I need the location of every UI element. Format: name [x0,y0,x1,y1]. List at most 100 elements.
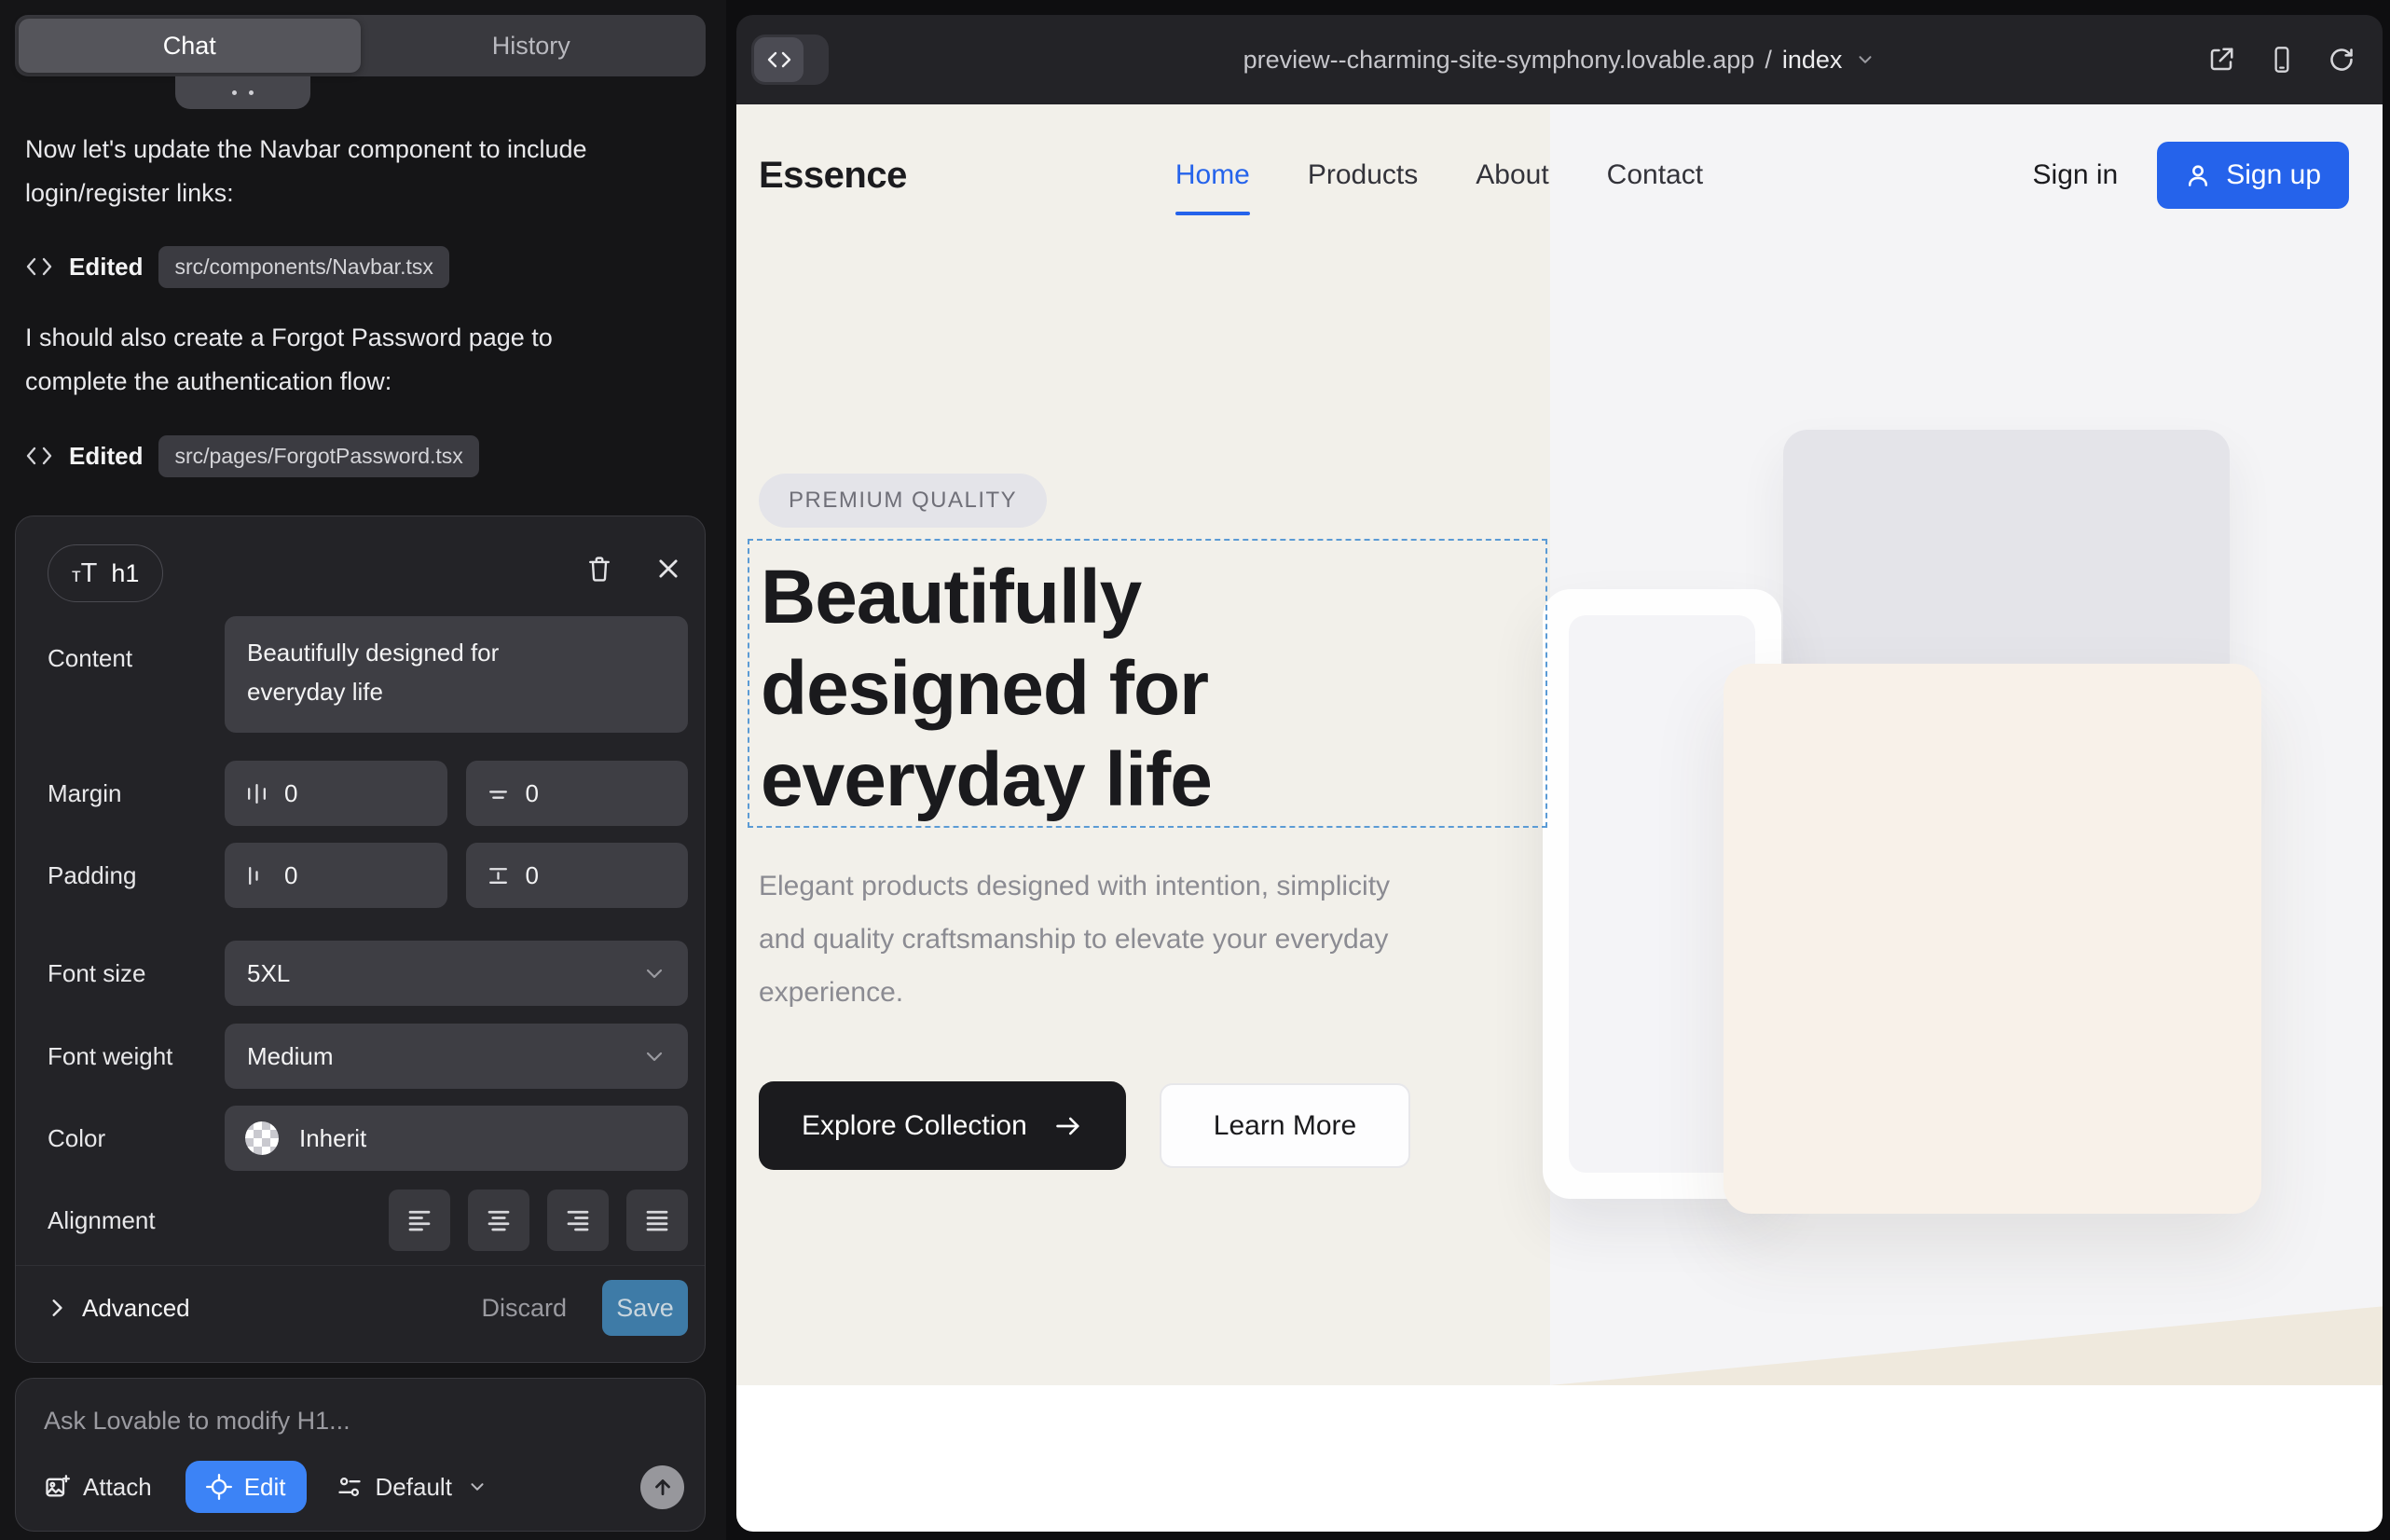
nav-link-home[interactable]: Home [1175,159,1250,191]
browser-chrome: preview--charming-site-symphony.lovable.… [736,15,2383,104]
font-size-row: Font size 5XL [48,941,688,1006]
align-center-button[interactable] [468,1189,529,1251]
element-tag: h1 [111,559,139,588]
content-row: Content Beautifully designed for everyda… [48,616,688,733]
edited-file-chip[interactable]: src/pages/ForgotPassword.tsx [158,435,478,477]
edited-label: Edited [69,253,143,282]
person-icon [2185,162,2211,188]
padding-y-icon [487,864,510,887]
hero-section: Essence Home Products About Contact Sign… [736,104,2383,1385]
chevron-down-icon [643,1045,666,1067]
tab-chat[interactable]: Chat [19,19,361,73]
margin-x-input[interactable]: 0 [225,761,447,826]
align-right-button[interactable] [547,1189,609,1251]
chat-toolbar: Attach Edit Default [44,1458,684,1516]
site-logo[interactable]: Essence [759,155,907,197]
margin-y-value: 0 [526,779,539,808]
margin-x-value: 0 [284,779,297,808]
preview-window: preview--charming-site-symphony.lovable.… [736,15,2383,1532]
font-size-select[interactable]: 5XL [225,941,688,1006]
chat-input-card: Attach Edit Default [15,1378,706,1532]
sign-in-link[interactable]: Sign in [2033,159,2119,191]
close-inspector-button[interactable] [652,550,685,587]
sign-up-label: Sign up [2226,159,2321,191]
text-size-icon: тT [72,558,97,589]
color-picker-field[interactable]: Inherit [225,1106,688,1171]
code-icon [25,255,53,278]
sign-up-button[interactable]: Sign up [2157,142,2349,209]
auth-actions: Sign in Sign up [2033,142,2349,209]
dot [232,90,237,95]
font-weight-value: Medium [247,1042,333,1071]
padding-x-icon [245,864,268,887]
chat-input[interactable] [44,1407,659,1436]
chrome-actions [2207,15,2355,104]
alignment-label: Alignment [48,1206,225,1235]
mode-select[interactable]: Default [337,1473,488,1502]
panel-tabs: Chat History [15,15,706,76]
font-weight-label: Font weight [48,1042,225,1071]
site-navbar: Essence Home Products About Contact Sign… [759,133,2349,217]
attach-button[interactable]: Attach [44,1473,152,1502]
open-external-icon[interactable] [2207,46,2235,74]
h1-selection-outline[interactable]: Beautifully designed for everyday life [748,539,1547,828]
learn-more-label: Learn More [1214,1110,1356,1142]
font-weight-row: Font weight Medium [48,1024,688,1089]
refresh-icon[interactable] [2328,47,2355,73]
color-value: Inherit [299,1124,366,1153]
url-bar[interactable]: preview--charming-site-symphony.lovable.… [923,15,2196,104]
nav-link-contact[interactable]: Contact [1607,159,1703,191]
scroll-indicator-pill[interactable] [175,76,310,109]
send-button[interactable] [640,1465,684,1509]
margin-row: Margin 0 0 [48,761,688,826]
margin-y-input[interactable]: 0 [466,761,689,826]
padding-row: Padding 0 0 [48,843,688,908]
preview-area: preview--charming-site-symphony.lovable.… [726,0,2390,1540]
delete-element-button[interactable] [583,550,616,587]
align-left-button[interactable] [389,1189,450,1251]
advanced-label: Advanced [82,1294,190,1323]
margin-label: Margin [48,779,225,808]
nav-link-products[interactable]: Products [1308,159,1418,191]
padding-x-input[interactable]: 0 [225,843,447,908]
padding-y-input[interactable]: 0 [466,843,689,908]
url-separator: / [1765,46,1772,75]
element-inspector: тT h1 Content Beautifully designed for e… [15,516,706,1363]
code-icon [25,445,53,467]
code-preview-toggle[interactable] [751,34,829,85]
arrow-right-icon [1053,1113,1083,1139]
edited-label: Edited [69,442,143,471]
site-viewport: Essence Home Products About Contact Sign… [736,104,2383,1532]
padding-x-value: 0 [284,861,297,890]
hero-title[interactable]: Beautifully designed for everyday life [749,541,1545,826]
content-textarea[interactable]: Beautifully designed for everyday life [225,616,688,733]
builder-panel: Chat History Now let's update the Navbar… [0,0,726,1540]
nav-links: Home Products About Contact [1175,159,1703,191]
mobile-view-icon[interactable] [2269,46,2295,74]
edited-file-chip[interactable]: src/components/Navbar.tsx [158,246,448,288]
explore-label: Explore Collection [802,1110,1027,1142]
divider [16,1265,705,1266]
tab-history[interactable]: History [361,19,703,73]
align-justify-button[interactable] [626,1189,688,1251]
decor-card-beige [1724,664,2261,1214]
nav-link-about[interactable]: About [1476,159,1548,191]
learn-more-button[interactable]: Learn More [1160,1083,1410,1168]
mode-label: Default [376,1473,452,1502]
chevron-down-icon [1855,49,1875,70]
dot [249,90,254,95]
color-row: Color Inherit [48,1106,688,1171]
chevron-down-icon [643,962,666,984]
sliders-icon [337,1474,363,1500]
assistant-message: Now let's update the Navbar component to… [25,128,645,215]
explore-collection-button[interactable]: Explore Collection [759,1081,1126,1170]
hero-cta-row: Explore Collection Learn More [759,1081,1410,1170]
edit-mode-button[interactable]: Edit [185,1461,307,1513]
save-button[interactable]: Save [602,1280,688,1336]
advanced-toggle[interactable]: Advanced [48,1294,190,1323]
color-swatch-transparent [245,1121,279,1155]
font-weight-select[interactable]: Medium [225,1024,688,1089]
attach-label: Attach [83,1473,152,1502]
chevron-down-icon [467,1477,488,1497]
discard-button[interactable]: Discard [481,1294,567,1323]
